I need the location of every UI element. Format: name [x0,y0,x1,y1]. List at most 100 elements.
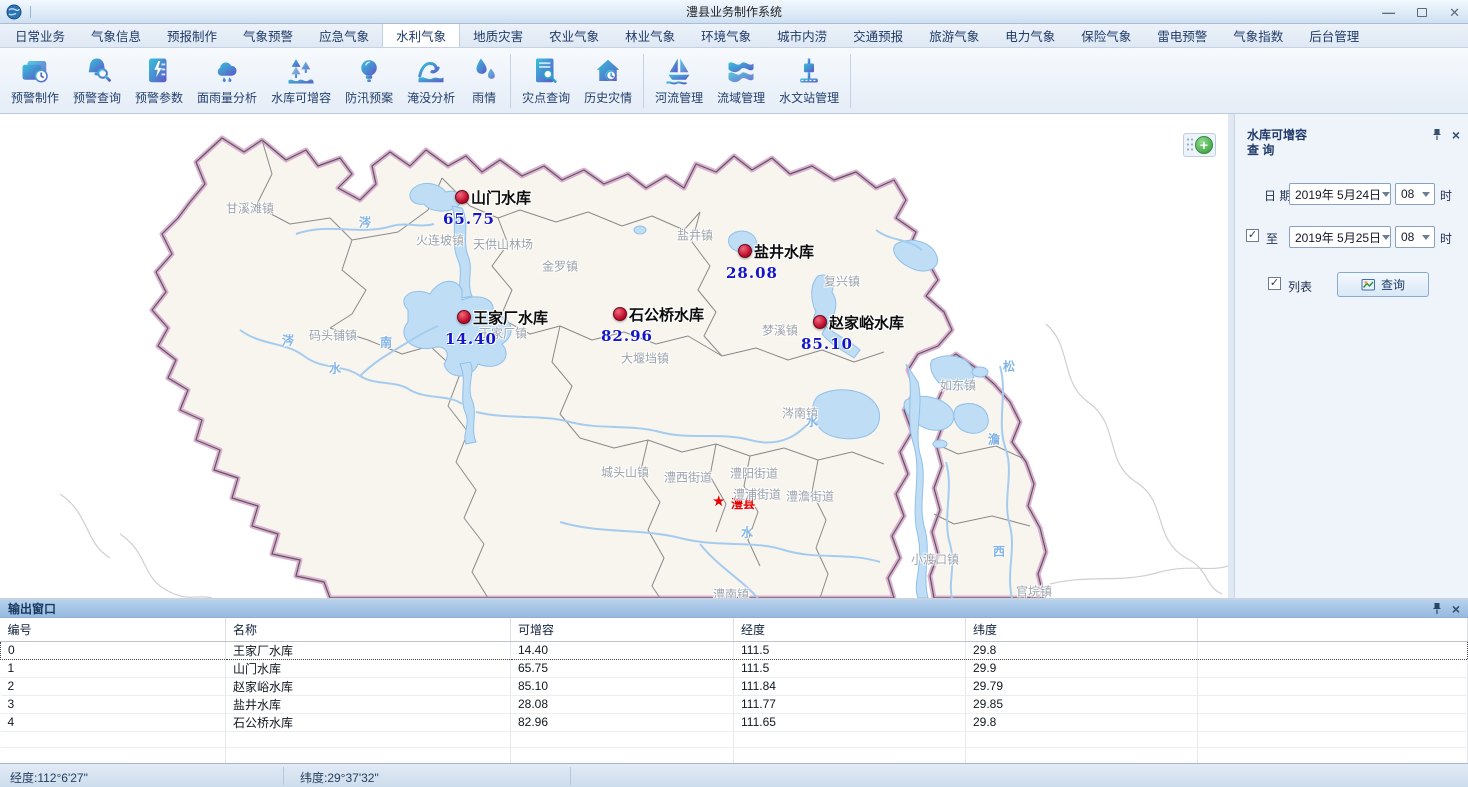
table-cell: 28.08 [511,695,734,713]
table-cell: 111.84 [734,677,966,695]
toolbar-label: 灾点查询 [522,89,570,106]
toolbar-separator [643,54,644,108]
toolbar-button-sailboat[interactable]: 河流管理 [648,53,710,109]
reservoir-name-label: 赵家峪水库 [829,312,904,333]
table-row[interactable]: 2赵家峪水库85.10111.8429.79 [1,677,1468,695]
restore-button[interactable] [1417,8,1427,17]
output-close-icon[interactable]: × [1452,603,1460,615]
town-label: 如东镇 [940,377,976,394]
toolbar-button-doc-lightning[interactable]: 预警参数 [128,53,190,109]
empty-table-row [1,747,1468,763]
panel-title: 水库可增容 查 询 [1247,128,1307,158]
toolbar-label: 预警制作 [11,89,59,106]
toolbar-button-house-history[interactable]: 历史灾情 [577,53,639,109]
table-row[interactable]: 1山门水库65.75111.529.9 [1,659,1468,677]
toolbar-button-waves[interactable]: 流域管理 [710,53,772,109]
reservoir-marker[interactable] [738,244,752,258]
status-bar: 经度:112°6'27" 纬度:29°37'32" [0,763,1468,787]
menu-item-0[interactable]: 日常业务 [2,24,78,47]
toolbar-button-docs-clock[interactable]: 预警制作 [4,53,66,109]
hour-unit-label-2: 时 [1440,230,1452,247]
menu-item-4[interactable]: 应急气象 [306,24,382,47]
trees-water-icon [286,56,316,86]
menu-item-1[interactable]: 气象信息 [78,24,154,47]
menu-item-13[interactable]: 电力气象 [992,24,1068,47]
table-cell: 29.8 [966,641,1198,659]
reservoir-marker[interactable] [455,190,469,204]
pin-icon[interactable] [1432,128,1442,141]
minimize-button[interactable]: — [1382,6,1395,19]
from-date-select[interactable]: 2019年 5月24日 [1289,183,1391,205]
house-history-icon [593,56,623,86]
hydro-station-icon [794,56,824,86]
table-cell: 65.75 [511,659,734,677]
empty-table-row [1,731,1468,747]
menu-item-11[interactable]: 交通预报 [840,24,916,47]
town-label: 金罗镇 [542,258,578,275]
menu-item-5[interactable]: 水利气象 [382,24,460,47]
status-separator-2 [570,767,571,785]
query-button[interactable]: 查询 [1337,272,1429,297]
sailboat-icon [664,56,694,86]
map-canvas[interactable]: ★ 澧县 + 甘溪滩镇火连坡镇天供山林场金罗镇盐井镇复兴镇梦溪镇大堰垱镇码头铺镇… [0,114,1228,598]
table-row[interactable]: 4石公桥水库82.96111.6529.8 [1,713,1468,731]
bulb-icon [354,56,384,86]
from-hour-select[interactable]: 08 [1395,183,1435,205]
table-cell: 29.85 [966,695,1198,713]
table-cell: 85.10 [511,677,734,695]
menu-item-3[interactable]: 气象预警 [230,24,306,47]
river-label: 涔 [282,332,294,349]
to-date-select[interactable]: 2019年 5月25日 [1289,226,1391,248]
app-window: 澧县业务制作系统 — ✕ 日常业务气象信息预报制作气象预警应急气象水利气象地质灾… [0,0,1468,787]
to-hour-select[interactable]: 08 [1395,226,1435,248]
zoom-in-button[interactable]: + [1195,136,1213,154]
town-label: 澧澹街道 [786,488,834,505]
menu-item-8[interactable]: 林业气象 [612,24,688,47]
list-checkbox[interactable]: ✓ [1268,277,1281,290]
toolbar-button-doc-search[interactable]: 灾点查询 [515,53,577,109]
reservoir-marker[interactable] [613,307,627,321]
table-row[interactable]: 0王家厂水库14.40111.529.8 [1,641,1468,659]
column-header[interactable]: 纬度 [966,618,1198,641]
toolbar-button-hydro-station[interactable]: 水文站管理 [772,53,846,109]
raindrops-icon [469,56,499,86]
toolbar-button-bell-search[interactable]: 预警查询 [66,53,128,109]
toolbar-button-trees-water[interactable]: 水库可增容 [264,53,338,109]
table-cell: 14.40 [511,641,734,659]
drag-grip-icon[interactable] [1186,137,1193,153]
toolbar-button-cloud-rain[interactable]: 面雨量分析 [190,53,264,109]
town-label: 大堰垱镇 [621,350,669,367]
menu-item-10[interactable]: 城市内涝 [764,24,840,47]
column-header[interactable]: 名称 [226,618,511,641]
menu-item-9[interactable]: 环境气象 [688,24,764,47]
column-header[interactable]: 编号 [1,618,226,641]
to-date-checkbox[interactable]: ✓ [1246,229,1259,242]
docs-clock-icon [20,56,50,86]
toolbar-button-wave[interactable]: 淹没分析 [400,53,462,109]
town-label: 澧西街道 [664,469,712,486]
table-cell: 赵家峪水库 [226,677,511,695]
table-cell: 石公桥水库 [226,713,511,731]
table-row[interactable]: 3盐井水库28.08111.7729.85 [1,695,1468,713]
menu-item-2[interactable]: 预报制作 [154,24,230,47]
reservoir-name-label: 石公桥水库 [629,304,704,325]
reservoir-marker[interactable] [457,310,471,324]
panel-close-icon[interactable]: × [1452,129,1460,141]
menu-item-15[interactable]: 雷电预警 [1144,24,1220,47]
menu-item-17[interactable]: 后台管理 [1296,24,1372,47]
reservoir-value-label: 65.75 [443,210,495,228]
menu-item-6[interactable]: 地质灾害 [460,24,536,47]
menu-item-12[interactable]: 旅游气象 [916,24,992,47]
output-pin-icon[interactable] [1432,602,1442,615]
toolbar-button-bulb[interactable]: 防汛预案 [338,53,400,109]
toolbar-button-raindrops[interactable]: 雨情 [462,53,506,109]
map-tool-chip: + [1183,133,1216,157]
reservoir-marker[interactable] [813,315,827,329]
menu-item-16[interactable]: 气象指数 [1220,24,1296,47]
menu-item-7[interactable]: 农业气象 [536,24,612,47]
close-button[interactable]: ✕ [1449,6,1460,19]
to-label: 至 [1266,230,1278,247]
column-header[interactable]: 可增容 [511,618,734,641]
menu-item-14[interactable]: 保险气象 [1068,24,1144,47]
column-header[interactable]: 经度 [734,618,966,641]
